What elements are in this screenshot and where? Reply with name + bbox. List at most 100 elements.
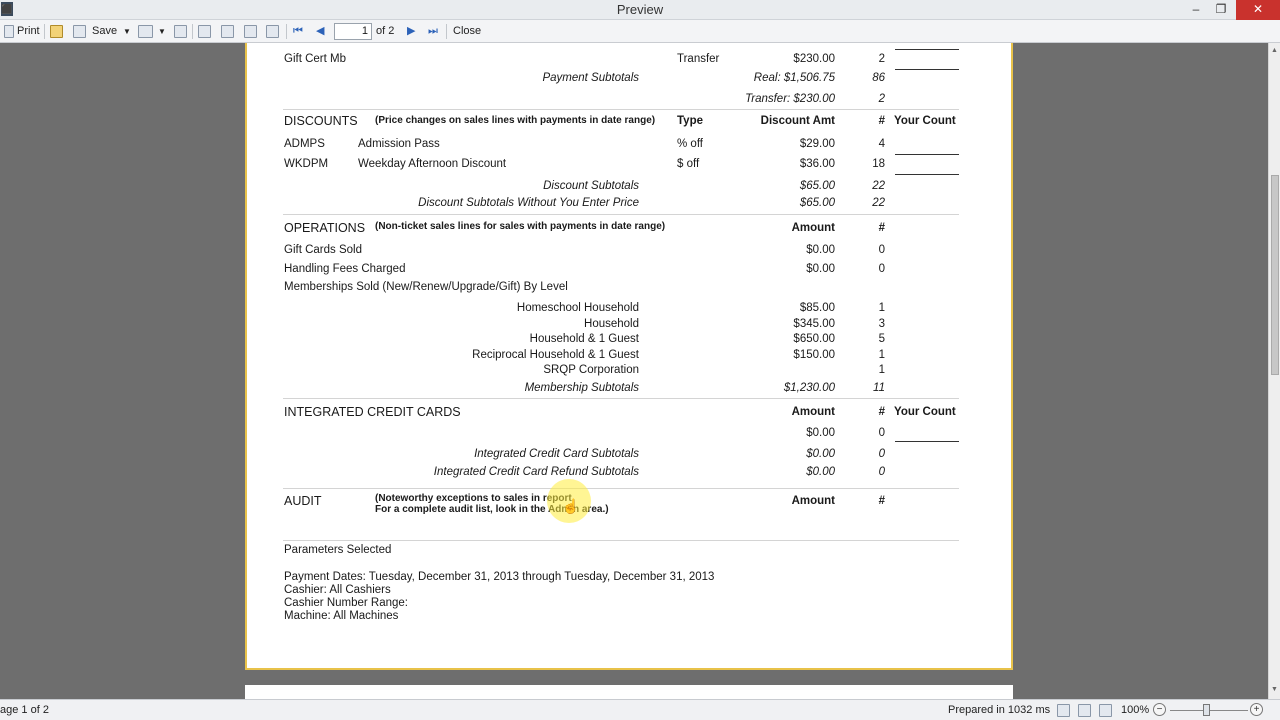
membership-subtotals-label: Membership Subtotals [524,382,639,394]
discount-count: 18 [872,158,885,170]
open-folder-icon[interactable] [50,25,63,38]
section-divider [283,488,959,489]
last-page-icon[interactable]: ⏭ [428,24,438,39]
status-bar: age 1 of 2 Prepared in 1032 ms 100% − + [0,699,1280,720]
close-preview-button[interactable]: Close [453,23,481,40]
previous-page-icon[interactable]: ◀ [316,24,324,39]
discount-subtotal2-amount: $65.00 [799,197,835,209]
discount-subtotal-count: 22 [872,180,885,192]
membership-level: Household [584,318,639,330]
icc-refund-subtotals-label: Integrated Credit Card Refund Subtotals [433,466,639,478]
scroll-up-icon[interactable]: ▲ [1271,47,1278,54]
preview-workspace: Gift Cert Mb Transfer $230.00 2 Payment … [0,43,1268,705]
your-count-line [895,49,959,50]
discount-amount: $29.00 [799,138,835,150]
watermark-icon[interactable] [266,25,279,38]
operations-amount-header: Amount [791,222,835,234]
report-page: Gift Cert Mb Transfer $230.00 2 Payment … [245,43,1013,670]
page-setup-icon[interactable] [221,25,234,38]
vertical-scrollbar[interactable]: ▲ ▼ [1268,43,1280,699]
handling-fees-amount: $0.00 [806,263,835,275]
zoom-slider-thumb[interactable] [1203,704,1210,716]
window-title: Preview [616,2,664,17]
edit-icon[interactable] [244,25,257,38]
membership-level: SRQP Corporation [543,364,639,376]
toolbar: Print Save ▼ ▼ ⏮ ◀ 1 of 2 ▶ ⏭ Close [0,20,1280,43]
audit-amount-header: Amount [791,495,835,507]
param-cashier: Cashier: All Cashiers [284,584,391,596]
handling-fees-label: Handling Fees Charged [284,263,406,275]
membership-level-amount: $345.00 [793,318,835,330]
discount-type: $ off [677,158,700,170]
email-icon[interactable] [138,25,153,38]
icc-refund-subtotal-count: 0 [878,466,885,478]
email-dropdown-icon[interactable]: ▼ [158,23,166,40]
membership-subtotal-count: 11 [873,382,885,394]
membership-level-count: 1 [878,349,885,361]
discount-type: % off [677,138,703,150]
scrollbar-thumb[interactable] [1271,175,1279,375]
discount-count: 4 [878,138,885,150]
discounts-title: DISCOUNTS [284,114,358,128]
section-divider [283,109,959,110]
membership-level-amount: $85.00 [799,302,835,314]
gift-cards-amount: $0.00 [806,244,835,256]
page-width-icon[interactable] [1057,704,1070,717]
icc-refund-subtotal-amount: $0.00 [806,466,835,478]
save-icon [73,25,86,38]
discount-amt-header: Discount Amt [760,115,835,127]
membership-level-count: 3 [878,318,885,330]
thumbnails-icon[interactable] [198,25,211,38]
whole-page-icon[interactable] [1078,704,1091,717]
membership-subtotal-amount: $1,230.00 [783,382,835,394]
param-payment-dates: Payment Dates: Tuesday, December 31, 201… [284,571,715,583]
icc-amount: $0.00 [806,427,835,439]
membership-level-amount: $150.00 [793,349,835,361]
maximize-button[interactable]: ❐ [1206,0,1236,20]
two-pages-icon[interactable] [1099,704,1112,717]
your-count-line [895,69,959,70]
audit-count-header: # [878,495,885,507]
toolbar-separator [44,24,45,39]
page-count: of 2 [376,25,395,37]
discount-name: Weekday Afternoon Discount [358,158,507,170]
real-subtotal: Real: $1,506.75 [753,72,835,84]
toolbar-separator [286,24,287,39]
save-button[interactable]: Save [92,23,117,40]
zoom-out-icon[interactable]: − [1153,703,1166,716]
param-cashier-range: Cashier Number Range: [284,597,409,609]
gift-cert-label: Gift Cert Mb [284,53,346,65]
find-icon[interactable] [174,25,187,38]
print-button[interactable]: Print [17,23,40,40]
save-dropdown-icon[interactable]: ▼ [123,23,131,40]
discount-code: WKDPM [284,158,329,170]
membership-level-count: 1 [878,364,885,376]
close-window-button[interactable]: ✕ [1236,0,1280,20]
prepared-time: Prepared in 1032 ms [948,704,1051,716]
discount-count-header: # [878,115,885,127]
payment-subtotals-label: Payment Subtotals [542,72,639,84]
icc-your-count-header: Your Count [894,406,956,418]
your-count-line [895,441,959,442]
membership-level-count: 5 [878,333,885,345]
transfer-amount: $230.00 [793,53,835,65]
next-page-icon[interactable]: ▶ [407,24,415,39]
operations-count-header: # [878,222,885,234]
first-page-icon[interactable]: ⏮ [293,24,303,39]
toolbar-separator [446,24,447,39]
transfer-count: 2 [878,53,885,65]
memberships-sold-label: Memberships Sold (New/Renew/Upgrade/Gift… [284,281,568,293]
transfer-subtotal: Transfer: $230.00 [745,93,835,105]
discount-amount: $36.00 [799,158,835,170]
discounts-type-header: Type [677,115,703,127]
real-count: 86 [872,72,885,84]
icc-subtotals-label: Integrated Credit Card Subtotals [474,448,639,460]
discount-subtotals-no-price-label: Discount Subtotals Without You Enter Pri… [418,197,639,209]
zoom-in-icon[interactable]: + [1250,703,1263,716]
icc-count-header: # [878,406,885,418]
scroll-down-icon[interactable]: ▼ [1271,686,1278,693]
page-number-input[interactable]: 1 [334,23,372,40]
discount-code: ADMPS [284,138,325,150]
param-machine: Machine: All Machines [284,610,399,622]
icc-amount-header: Amount [791,406,835,418]
